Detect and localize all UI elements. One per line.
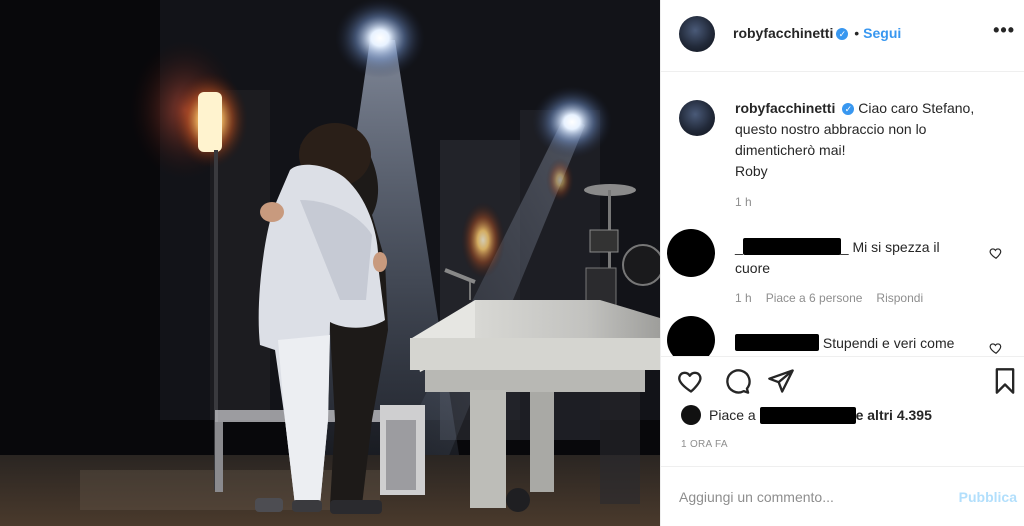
author-avatar[interactable] (679, 16, 715, 52)
separator-dot: • (854, 25, 860, 41)
follow-button[interactable]: Segui (863, 25, 901, 41)
heart-icon[interactable] (677, 367, 705, 395)
comment-time: 1 h (735, 291, 752, 305)
bookmark-icon[interactable] (991, 367, 1019, 395)
comment-meta: 1 h Piace a 6 persone Rispondi (735, 291, 937, 305)
add-comment-bar: Pubblica (661, 466, 1024, 526)
comment-username-suffix: _ (840, 239, 849, 255)
verified-badge-icon: ✓ (842, 103, 855, 115)
likes-prefix: Piace a (709, 407, 756, 423)
comment-like-heart-icon[interactable] (989, 341, 1003, 355)
redacted-username (742, 238, 841, 255)
redacted-username (759, 407, 856, 424)
post-timestamp[interactable]: 1 ORA FA (681, 439, 728, 450)
verified-badge-icon: ✓ (836, 28, 849, 40)
caption-username[interactable]: robyfacchinetti (735, 100, 835, 116)
comment-username-prefix: _ (735, 239, 743, 255)
caption-signature: Roby (735, 163, 768, 179)
likes-count[interactable]: e altri 4.395 (856, 407, 932, 423)
comment-text-block: _ _ Mi si spezza il cuore (735, 237, 975, 279)
comment-avatar[interactable] (667, 316, 715, 356)
post-header: robyfacchinetti ✓ • Segui ••• (661, 0, 1024, 72)
post-photo[interactable] (0, 0, 660, 526)
author-username[interactable]: robyfacchinetti (733, 25, 833, 41)
author-line: robyfacchinetti ✓ • Segui (733, 25, 901, 41)
publish-button[interactable]: Pubblica (959, 489, 1017, 505)
caption-avatar[interactable] (679, 100, 715, 136)
comment-likes[interactable]: Piace a 6 persone (766, 291, 863, 305)
comments-section: robyfacchinetti ✓ Ciao caro Stefano, ques… (661, 72, 1024, 356)
reply-button[interactable]: Rispondi (876, 291, 923, 305)
share-icon[interactable] (767, 367, 795, 395)
caption: robyfacchinetti ✓ Ciao caro Stefano, ques… (735, 98, 1005, 182)
more-options-icon[interactable]: ••• (993, 20, 1015, 41)
redacted-username (735, 334, 819, 351)
comment-text-block: Stupendi e veri come (735, 333, 995, 354)
liker-avatar[interactable] (681, 405, 701, 425)
concert-photo-image (0, 0, 660, 526)
comment-avatar[interactable] (667, 229, 715, 277)
comment-like-heart-icon[interactable] (989, 246, 1003, 260)
comment-text: Stupendi e veri come (822, 335, 955, 351)
post-side-panel: robyfacchinetti ✓ • Segui ••• robyfacchine… (660, 0, 1024, 526)
action-bar (661, 356, 1024, 404)
comment-icon[interactable] (723, 367, 751, 395)
caption-time[interactable]: 1 h (735, 195, 752, 209)
comment-input[interactable] (679, 487, 939, 507)
likes-summary: Piace a e altri 4.395 (681, 405, 932, 425)
